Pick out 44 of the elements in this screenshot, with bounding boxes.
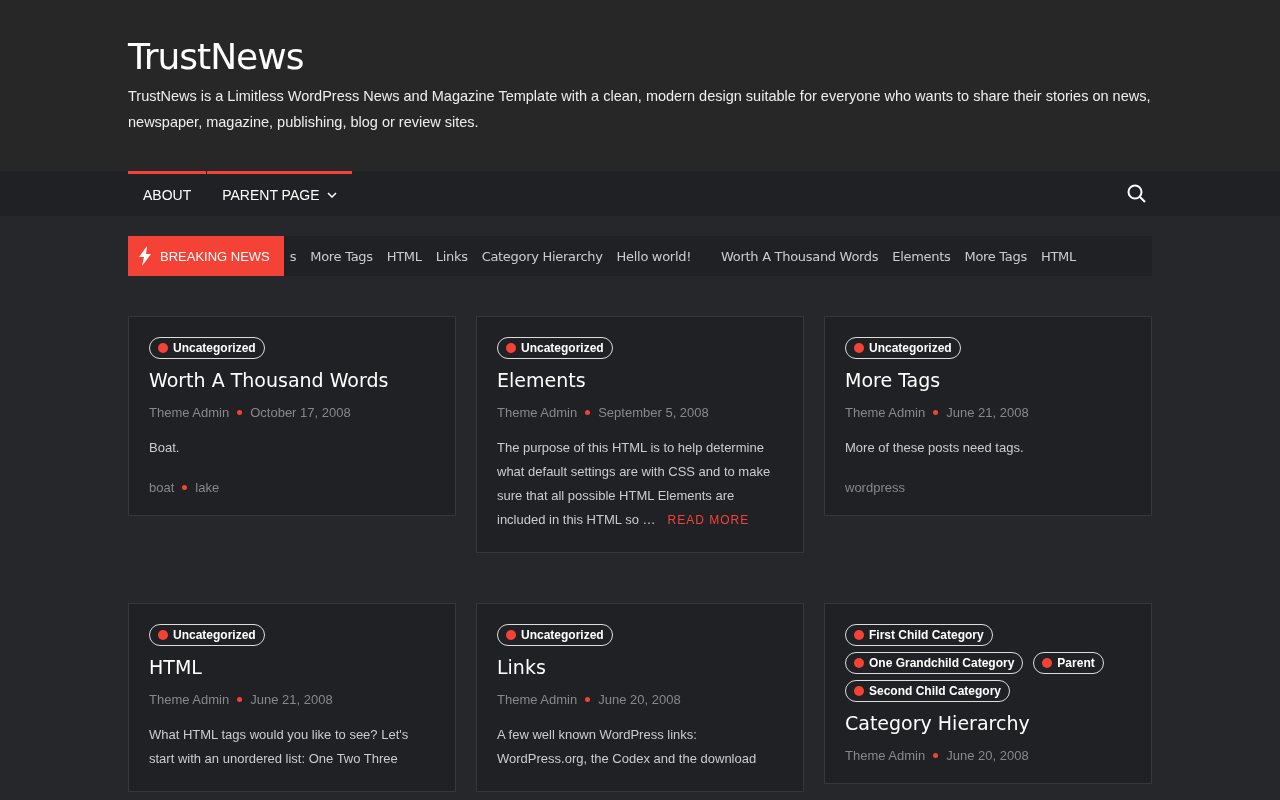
post-date[interactable]: September 5, 2008: [598, 405, 709, 420]
site-title[interactable]: TrustNews: [128, 36, 304, 77]
post-author[interactable]: Theme Admin: [149, 405, 230, 420]
nav-item[interactable]: ABOUT: [128, 171, 207, 216]
post-date[interactable]: June 20, 2008: [946, 748, 1029, 763]
nav-item[interactable]: PARENT PAGE: [207, 171, 353, 216]
post-excerpt: The purpose of this HTML is to help determine what default settings are with CSS and to make sure that all possible HTML Elements are included in this HTML so … READ MORE: [497, 439, 772, 529]
ticker-link[interactable]: More Tags: [310, 248, 373, 264]
post-tag[interactable]: boat: [149, 480, 175, 495]
ticker-link[interactable]: Worth A Thousand Words: [721, 248, 879, 264]
post-excerpt: What HTML tags would you like to see? Let's start with an unordered list: One Two Three: [149, 726, 410, 768]
post-tag[interactable]: lake: [195, 480, 220, 495]
post-title[interactable]: HTML: [149, 656, 202, 678]
post-author[interactable]: Theme Admin: [149, 692, 230, 707]
post-title[interactable]: Elements: [497, 369, 586, 391]
read-more-link[interactable]: READ MORE: [667, 513, 750, 527]
breaking-news-text: BREAKING NEWS: [160, 248, 270, 264]
lightning-icon: [138, 246, 152, 266]
post-excerpt: Boat.: [149, 439, 181, 457]
post-title[interactable]: More Tags: [845, 369, 941, 391]
post-title[interactable]: Worth A Thousand Words: [149, 369, 389, 391]
post-author[interactable]: Theme Admin: [845, 405, 926, 420]
ticker-link[interactable]: Category Hierarchy: [481, 248, 603, 264]
post-tag[interactable]: wordpress: [845, 480, 905, 495]
site-tagline: TrustNews is a Limitless WordPress News and Magazine Template with a clean, modern design suitable for everyone who wants to share their stories on news, newspaper, magazine, publishing, blog or review sites.: [128, 87, 1152, 132]
ticker-link[interactable]: Hello world!: [616, 248, 692, 264]
post-excerpt: More of these posts need tags.: [845, 439, 1025, 457]
ticker-link[interactable]: Links: [435, 248, 468, 264]
ticker-link[interactable]: s: [289, 248, 297, 264]
post-date[interactable]: June 20, 2008: [598, 692, 681, 707]
ticker-link[interactable]: More Tags: [964, 248, 1027, 264]
post-date[interactable]: June 21, 2008: [946, 405, 1029, 420]
post-title[interactable]: Links: [497, 656, 546, 678]
post-author[interactable]: Theme Admin: [497, 692, 578, 707]
ticker-link[interactable]: Elements: [892, 248, 951, 264]
post-date[interactable]: October 17, 2008: [250, 405, 351, 420]
post-title[interactable]: Category Hierarchy: [845, 712, 1030, 734]
post-author[interactable]: Theme Admin: [497, 405, 578, 420]
post-excerpt: A few well known WordPress links: WordPress.org, the Codex and the download: [497, 726, 758, 768]
ticker-link[interactable]: HTML: [386, 248, 422, 264]
ticker-link[interactable]: HTML: [1040, 248, 1076, 264]
post-author[interactable]: Theme Admin: [845, 748, 926, 763]
search-icon[interactable]: [1127, 184, 1146, 203]
post-date[interactable]: June 21, 2008: [250, 692, 333, 707]
